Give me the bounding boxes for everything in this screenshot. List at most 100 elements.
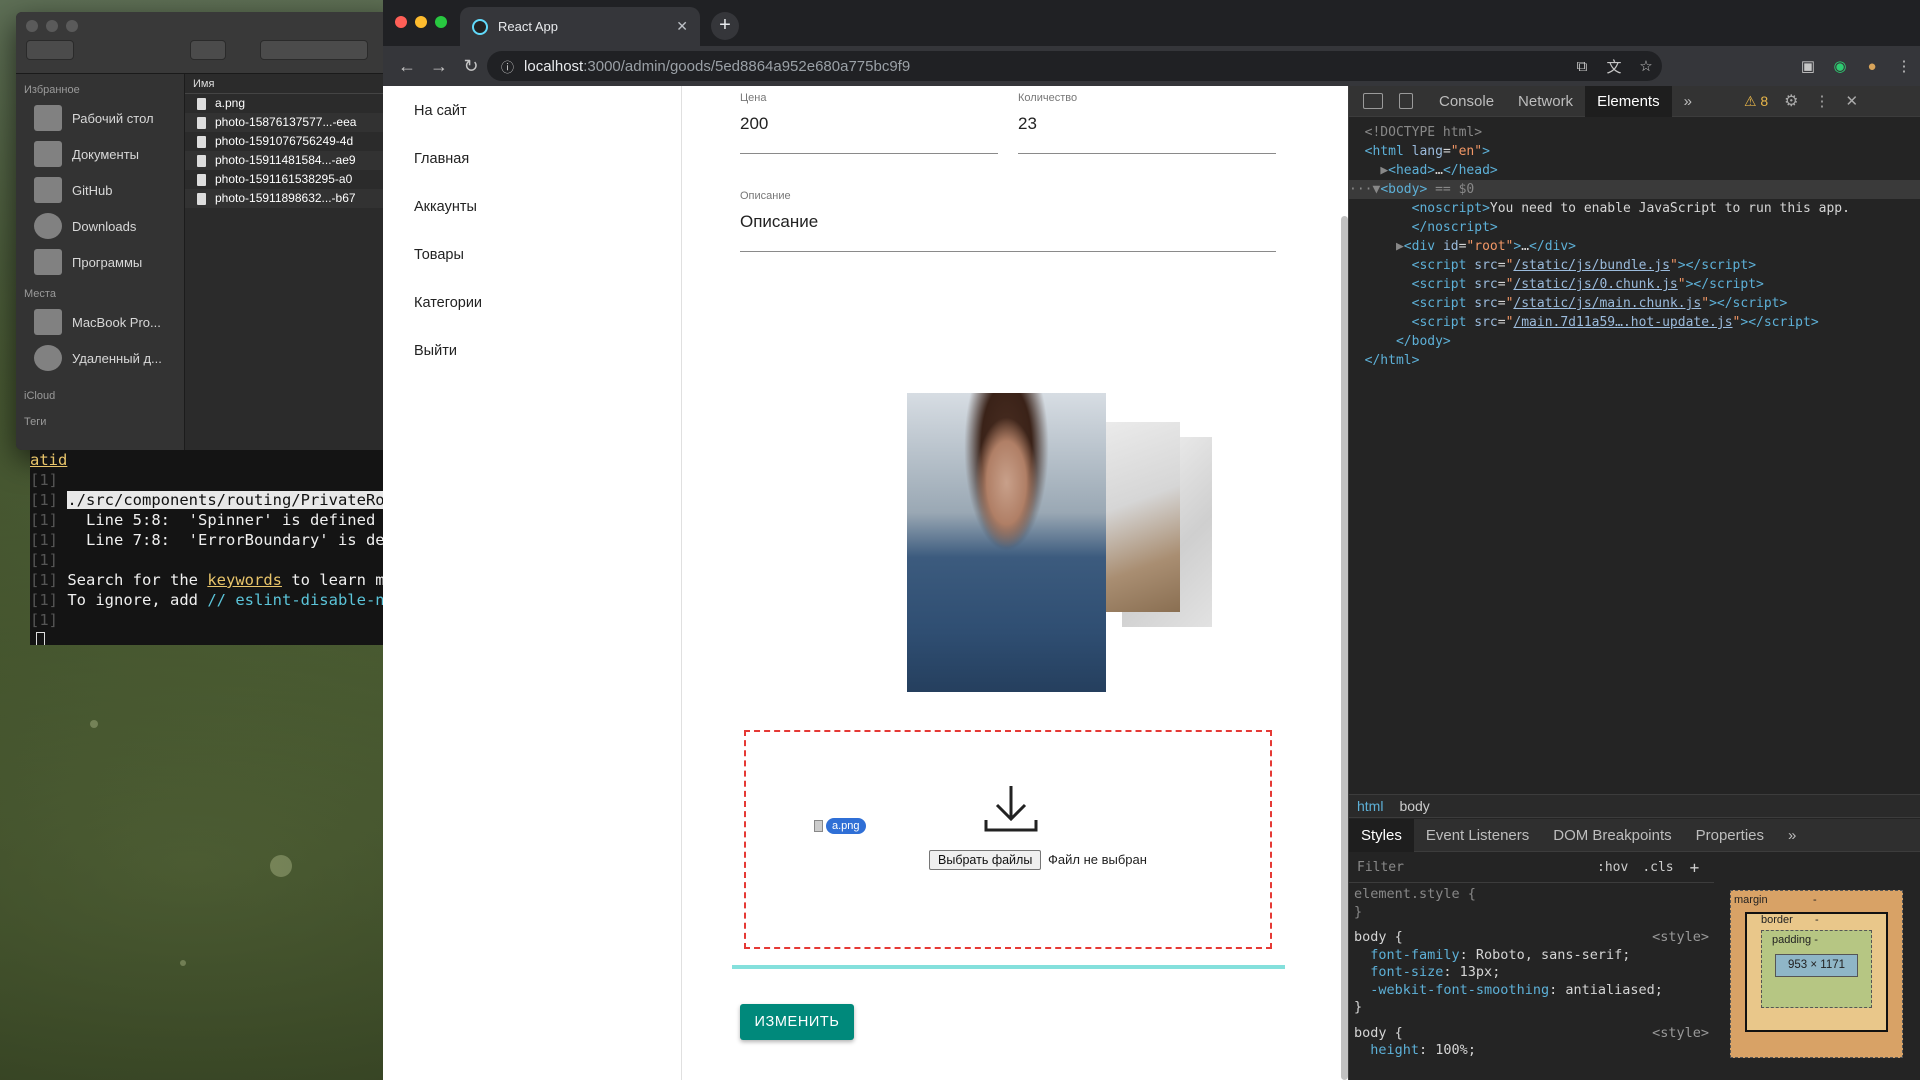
info-icon[interactable]: ⓘ <box>501 57 514 76</box>
file-row[interactable]: photo-15911898632...-b67 <box>185 189 400 208</box>
gear-icon[interactable]: ⚙ <box>1784 91 1798 111</box>
tab-dom-breakpoints[interactable]: DOM Breakpoints <box>1541 819 1683 852</box>
close-icon[interactable]: ✕ <box>676 18 688 35</box>
page-scrollbar[interactable] <box>1341 216 1348 1080</box>
inspect-icon[interactable] <box>1363 93 1383 109</box>
profile-avatar[interactable]: ● <box>1856 58 1888 75</box>
terminal-window[interactable]: atid [1] [1] ./src/components/routing/Pr… <box>30 450 400 645</box>
download-icon <box>984 786 1038 832</box>
more-tabs-icon[interactable]: » <box>1672 86 1704 117</box>
nav-item-home[interactable]: Главная <box>383 135 681 183</box>
rule-line[interactable]: -webkit-font-smoothing: antialiased; <box>1349 982 1714 1000</box>
nav-item-accounts[interactable]: Аккаунты <box>383 183 681 231</box>
rule-line[interactable]: element.style { <box>1349 886 1714 904</box>
tab-properties[interactable]: Properties <box>1684 819 1776 852</box>
view-mode-buttons[interactable] <box>260 40 368 60</box>
sidebar-item-github[interactable]: GitHub <box>16 172 184 208</box>
tab-console[interactable]: Console <box>1427 86 1506 117</box>
rule-line[interactable]: body {<style> <box>1349 929 1714 947</box>
dom-line[interactable]: <script src="/static/js/0.chunk.js"></sc… <box>1349 275 1920 294</box>
extension-icon[interactable]: ◉ <box>1824 57 1856 75</box>
device-toolbar-icon[interactable] <box>1399 93 1413 109</box>
filter-input[interactable]: Filter <box>1349 860 1589 875</box>
close-button[interactable] <box>395 16 407 28</box>
file-icon <box>197 98 206 110</box>
cls-toggle[interactable]: .cls <box>1642 860 1673 875</box>
file-row[interactable]: photo-15876137577...-eea <box>185 113 400 132</box>
dom-line[interactable]: <script src="/static/js/bundle.js"></scr… <box>1349 256 1920 275</box>
tab-event-listeners[interactable]: Event Listeners <box>1414 819 1541 852</box>
zoom-button[interactable] <box>435 16 447 28</box>
dom-line-selected[interactable]: ···▼<body> == $0 <box>1349 180 1920 199</box>
sidebar-item-downloads[interactable]: Downloads <box>16 208 184 244</box>
product-image-1[interactable] <box>907 393 1106 692</box>
dom-line[interactable]: ▶<div id="root">…</div> <box>1349 237 1920 256</box>
sidebar-item-applications[interactable]: Программы <box>16 244 184 280</box>
hov-toggle[interactable]: :hov <box>1597 860 1628 875</box>
sidebar-item-documents[interactable]: Документы <box>16 136 184 172</box>
rule-line[interactable]: font-family: Roboto, sans-serif; <box>1349 947 1714 965</box>
sidebar-item-remote-disc[interactable]: Удаленный д... <box>16 340 184 376</box>
image-file-icon <box>197 193 206 205</box>
update-button[interactable]: ИЗМЕНИТЬ <box>740 1004 854 1040</box>
dom-line[interactable]: </body> <box>1349 332 1920 351</box>
dom-line[interactable]: <script src="/main.7d11a59….hot-update.j… <box>1349 313 1920 332</box>
price-field[interactable]: Цена 200 <box>740 92 998 154</box>
file-row[interactable]: photo-1591076756249-4d <box>185 132 400 151</box>
column-header-name[interactable]: Имя <box>185 74 400 94</box>
file-row[interactable]: photo-1591161538295-a0 <box>185 170 400 189</box>
minimize-button[interactable] <box>46 20 58 32</box>
more-tabs-icon[interactable]: » <box>1776 819 1808 852</box>
new-tab-button[interactable]: + <box>711 12 739 40</box>
tab-react-app[interactable]: React App ✕ <box>460 7 700 46</box>
nav-item-logout[interactable]: Выйти <box>383 327 681 375</box>
dom-line[interactable]: <!DOCTYPE html> <box>1349 123 1920 142</box>
bokeh-light <box>270 855 292 877</box>
menu-icon[interactable]: ⋮ <box>1888 57 1920 75</box>
dom-line[interactable]: <html lang="en"> <box>1349 142 1920 161</box>
translate-icon[interactable]: 文 <box>1598 56 1630 77</box>
choose-files-button[interactable]: Выбрать файлы <box>929 850 1042 870</box>
close-icon[interactable]: ✕ <box>1846 92 1859 110</box>
dom-line[interactable]: </html> <box>1349 351 1920 370</box>
star-icon[interactable]: ☆ <box>1630 57 1662 75</box>
breadcrumb-html[interactable]: html <box>1349 798 1391 814</box>
quantity-field[interactable]: Количество 23 <box>1018 92 1276 154</box>
margin-value: - <box>1813 894 1817 906</box>
dom-line[interactable]: <noscript>You need to enable JavaScript … <box>1349 199 1920 218</box>
dom-line[interactable]: <script src="/static/js/main.chunk.js"><… <box>1349 294 1920 313</box>
rule-line[interactable]: height: 100%; <box>1349 1042 1714 1060</box>
rule-line[interactable]: font-size: 13px; <box>1349 964 1714 982</box>
back-forward-buttons[interactable] <box>26 40 74 60</box>
file-row[interactable]: a.png <box>185 94 400 113</box>
reload-icon[interactable]: ↻ <box>455 56 487 77</box>
add-rule-icon[interactable]: + <box>1690 858 1700 877</box>
dom-line[interactable]: </noscript> <box>1349 218 1920 237</box>
breadcrumb-body[interactable]: body <box>1391 798 1437 814</box>
nav-item-categories[interactable]: Категории <box>383 279 681 327</box>
tab-styles[interactable]: Styles <box>1349 818 1414 852</box>
tab-elements[interactable]: Elements <box>1585 85 1672 117</box>
description-field[interactable]: Описание Описание <box>740 190 1276 252</box>
sidebar-item-macbook[interactable]: MacBook Pro... <box>16 304 184 340</box>
keyword-link[interactable]: keywords <box>207 571 282 589</box>
minimize-button[interactable] <box>415 16 427 28</box>
warnings-count[interactable]: ⚠ 8 <box>1744 93 1768 110</box>
kebab-menu-icon[interactable]: ⋮ <box>1815 92 1830 110</box>
nav-item-site[interactable]: На сайт <box>383 87 681 135</box>
rule-line[interactable]: body {<style> <box>1349 1025 1714 1043</box>
forward-arrow-icon[interactable]: → <box>423 56 455 77</box>
nav-item-goods[interactable]: Товары <box>383 231 681 279</box>
back-arrow-icon[interactable]: ← <box>391 56 423 77</box>
sidebar-item-desktop[interactable]: Рабочий стол <box>16 100 184 136</box>
dom-line[interactable]: ▶<head>…</head> <box>1349 161 1920 180</box>
cast-icon[interactable]: ▣ <box>1792 57 1824 75</box>
file-row[interactable]: photo-15911481584...-ae9 <box>185 151 400 170</box>
tab-network[interactable]: Network <box>1506 86 1585 117</box>
open-external-icon[interactable]: ⧉ <box>1566 58 1598 75</box>
zoom-button[interactable] <box>66 20 78 32</box>
file-dropzone[interactable]: a.png Выбрать файлы Файл не выбран <box>744 730 1272 949</box>
close-button[interactable] <box>26 20 38 32</box>
address-bar[interactable]: ⓘ localhost:3000/admin/goods/5ed8864a952… <box>487 51 1662 81</box>
folder-action-button[interactable] <box>190 40 226 60</box>
